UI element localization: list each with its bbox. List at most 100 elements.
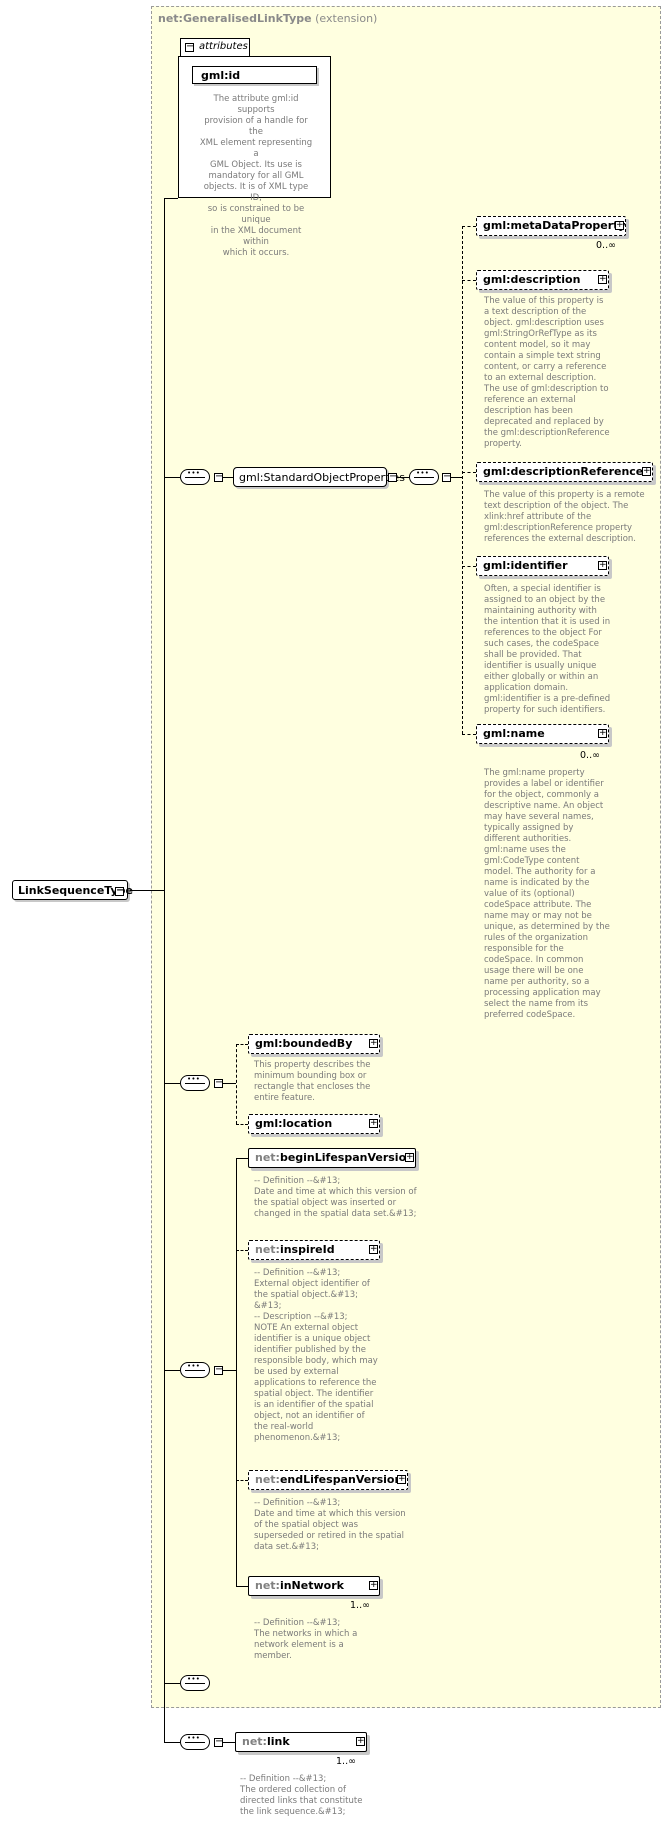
sequence-compositor-4[interactable] bbox=[180, 1362, 210, 1378]
location-connector bbox=[236, 1124, 248, 1125]
begin-prefix: net: bbox=[255, 1151, 280, 1164]
link-doc: -- Definition --&#13; The ordered collec… bbox=[240, 1774, 363, 1817]
end-name: endLifespanVersion bbox=[279, 1473, 403, 1486]
end-lifespan-doc: -- Definition --&#13; Date and time at w… bbox=[254, 1498, 406, 1552]
innetwork-connector bbox=[236, 1586, 248, 1587]
meta-card: 0..∞ bbox=[596, 240, 616, 251]
begin-connector bbox=[236, 1158, 248, 1159]
attr-connector bbox=[164, 198, 178, 199]
seq4-connector bbox=[164, 1370, 180, 1371]
expand-innetwork-icon[interactable]: + bbox=[369, 1581, 378, 1590]
description-element[interactable]: gml:description + bbox=[476, 270, 609, 290]
end-prefix: net: bbox=[255, 1473, 280, 1486]
inspire-id-element[interactable]: net:inspireId + bbox=[248, 1240, 380, 1260]
in-network-element[interactable]: net:inNetwork + bbox=[248, 1576, 380, 1596]
description-reference-label: gml:descriptionReference bbox=[483, 465, 644, 478]
name-element[interactable]: gml:name + bbox=[476, 724, 609, 744]
name-connector bbox=[462, 734, 476, 735]
attributes-tab[interactable]: − attributes bbox=[180, 38, 250, 56]
seq3-to-spine bbox=[223, 1083, 236, 1084]
description-doc: The value of this property is a text des… bbox=[484, 296, 610, 449]
expand-end-icon[interactable]: + bbox=[397, 1475, 406, 1484]
expand-location-icon[interactable]: + bbox=[369, 1119, 378, 1128]
identifier-label: gml:identifier bbox=[483, 559, 568, 572]
bounded-by-label: gml:boundedBy bbox=[255, 1037, 353, 1050]
description-reference-element[interactable]: gml:descriptionReference + bbox=[476, 462, 653, 482]
bounded-by-element[interactable]: gml:boundedBy + bbox=[248, 1034, 380, 1054]
collapse-seq6-icon[interactable]: − bbox=[214, 1737, 223, 1747]
root-connector bbox=[128, 890, 164, 891]
link-prefix: net: bbox=[242, 1735, 267, 1748]
group-label: gml:StandardObjectProperties bbox=[239, 471, 405, 484]
location-element[interactable]: gml:location + bbox=[248, 1114, 380, 1134]
meta-connector bbox=[462, 226, 476, 227]
extension-title: net:GeneralisedLinkType (extension) bbox=[158, 12, 377, 25]
gml-id-description: The attribute gml:id supports provision … bbox=[199, 94, 313, 258]
seq3-connector bbox=[164, 1083, 180, 1084]
main-spine bbox=[164, 198, 165, 1743]
sequence-compositor-3[interactable] bbox=[180, 1075, 210, 1091]
sequence-compositor-6[interactable] bbox=[180, 1734, 210, 1750]
expand-meta-icon[interactable]: + bbox=[615, 221, 624, 230]
meta-data-property-element[interactable]: gml:metaDataProperty + bbox=[476, 216, 626, 236]
identifier-element[interactable]: gml:identifier + bbox=[476, 556, 609, 576]
standard-object-properties-group[interactable]: gml:StandardObjectProperties bbox=[233, 467, 405, 487]
seq6-to-link bbox=[223, 1742, 235, 1743]
innetwork-card: 1..∞ bbox=[350, 1600, 370, 1611]
link-element[interactable]: net:link + bbox=[235, 1732, 367, 1752]
begin-lifespan-version-element[interactable]: net:beginLifespanVersion + bbox=[248, 1148, 416, 1168]
name-doc: The gml:name property provides a label o… bbox=[484, 768, 610, 1020]
link-sequence-type-root[interactable]: LinkSequenceType − bbox=[12, 880, 133, 900]
collapse-seq4-icon[interactable]: − bbox=[214, 1365, 223, 1375]
expand-identifier-icon[interactable]: + bbox=[598, 561, 607, 570]
sequence-compositor-5[interactable] bbox=[180, 1675, 210, 1691]
description-label: gml:description bbox=[483, 273, 581, 286]
extension-type-name: net:GeneralisedLinkType bbox=[158, 12, 312, 25]
end-lifespan-version-element[interactable]: net:endLifespanVersion + bbox=[248, 1470, 408, 1490]
collapse-seq2-icon[interactable]: − bbox=[442, 472, 451, 482]
inspire-connector bbox=[236, 1250, 248, 1251]
begin-name: beginLifespanVersion bbox=[279, 1151, 414, 1164]
desc-connector bbox=[462, 280, 476, 281]
expand-bounded-icon[interactable]: + bbox=[369, 1039, 378, 1048]
collapse-group-icon[interactable]: − bbox=[388, 472, 397, 482]
expand-name-icon[interactable]: + bbox=[598, 729, 607, 738]
descref-connector bbox=[462, 472, 476, 473]
inspire-prefix: net: bbox=[255, 1243, 280, 1256]
bounded-connector bbox=[236, 1044, 248, 1045]
collapse-seq3-icon[interactable]: − bbox=[214, 1078, 223, 1088]
sequence-compositor-1[interactable] bbox=[180, 469, 210, 485]
gml-id-attribute[interactable]: gml:id bbox=[192, 66, 317, 84]
collapse-attributes-icon[interactable]: − bbox=[185, 42, 194, 52]
expand-descref-icon[interactable]: + bbox=[642, 467, 651, 476]
gml-id-label: gml:id bbox=[201, 69, 241, 82]
seq1-to-group bbox=[223, 477, 233, 478]
name-card: 0..∞ bbox=[580, 750, 600, 761]
in-network-doc: -- Definition --&#13; The networks in wh… bbox=[254, 1618, 358, 1661]
seq2-to-spine bbox=[451, 477, 462, 478]
group-to-seq2 bbox=[397, 477, 409, 478]
description-reference-doc: The value of this property is a remote t… bbox=[484, 490, 645, 544]
attributes-tab-label: attributes bbox=[199, 41, 248, 52]
seq5-connector bbox=[164, 1683, 180, 1684]
expand-link-icon[interactable]: + bbox=[356, 1737, 365, 1746]
link-card: 1..∞ bbox=[336, 1756, 356, 1767]
extension-kind: (extension) bbox=[315, 12, 378, 25]
seq1-connector bbox=[164, 477, 180, 478]
begin-lifespan-doc: -- Definition --&#13; Date and time at w… bbox=[254, 1176, 417, 1219]
name-label: gml:name bbox=[483, 727, 545, 740]
bounded-by-doc: This property describes the minimum boun… bbox=[254, 1060, 371, 1103]
sequence-compositor-2[interactable] bbox=[409, 469, 439, 485]
inspire-id-doc: -- Definition --&#13; External object id… bbox=[254, 1268, 378, 1443]
collapse-root-icon[interactable]: − bbox=[115, 886, 124, 896]
expand-inspire-icon[interactable]: + bbox=[369, 1245, 378, 1254]
collapse-seq1-icon[interactable]: − bbox=[214, 472, 223, 482]
location-label: gml:location bbox=[255, 1117, 333, 1130]
expand-description-icon[interactable]: + bbox=[598, 275, 607, 284]
expand-begin-icon[interactable]: + bbox=[405, 1153, 414, 1162]
seq3-dashed-spine bbox=[236, 1044, 237, 1124]
link-name: link bbox=[266, 1735, 290, 1748]
inspire-name: inspireId bbox=[279, 1243, 335, 1256]
meta-data-property-label: gml:metaDataProperty bbox=[483, 219, 626, 232]
seq2-dashed-spine bbox=[462, 226, 463, 734]
